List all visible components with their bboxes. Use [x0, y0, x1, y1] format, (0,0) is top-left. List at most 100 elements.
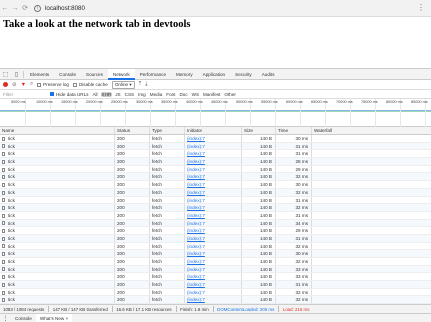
- initiator-link[interactable]: (index):7: [187, 167, 205, 172]
- table-row[interactable]: tick 200 fetch (index):7 140 B 33 ms: [0, 273, 431, 282]
- filter-type-img[interactable]: Img: [137, 92, 147, 97]
- table-row[interactable]: tick 200 fetch (index):7 140 B 31 ms: [0, 150, 431, 159]
- request-name-cell[interactable]: tick: [0, 258, 115, 265]
- back-icon[interactable]: ←: [0, 5, 10, 12]
- filter-type-other[interactable]: Other: [223, 92, 237, 97]
- reload-icon[interactable]: ⟳: [20, 4, 30, 12]
- initiator-link[interactable]: (index):7: [187, 151, 205, 156]
- filter-icon[interactable]: ▼: [21, 82, 26, 88]
- initiator-link[interactable]: (index):7: [187, 274, 205, 279]
- devtools-tab-security[interactable]: Security: [230, 69, 257, 80]
- initiator-link[interactable]: (index):7: [187, 259, 205, 264]
- request-name-cell[interactable]: tick: [0, 219, 115, 227]
- initiator-link[interactable]: (index):7: [187, 282, 205, 287]
- table-row[interactable]: tick 200 fetch (index):7 140 B 32 ms: [0, 173, 431, 182]
- table-row[interactable]: tick 200 fetch (index):7 140 B 34 ms: [0, 219, 431, 228]
- inspect-element-icon[interactable]: ⬚: [0, 69, 11, 80]
- table-row[interactable]: tick 200 fetch (index):7 140 B 31 ms: [0, 196, 431, 205]
- column-header-initiator[interactable]: Initiator: [185, 127, 242, 134]
- initiator-link[interactable]: (index):7: [187, 190, 205, 195]
- initiator-link[interactable]: (index):7: [187, 182, 205, 187]
- filter-type-manifest[interactable]: Manifest: [202, 92, 221, 97]
- drawer-menu-icon[interactable]: ⋮: [0, 313, 11, 322]
- table-row[interactable]: tick 200 fetch (index):7 140 B 31 ms: [0, 211, 431, 220]
- initiator-link[interactable]: (index):7: [187, 213, 205, 218]
- request-name-cell[interactable]: tick: [0, 150, 115, 158]
- column-header-time[interactable]: Time: [276, 127, 312, 134]
- table-row[interactable]: tick 200 fetch (index):7 140 B 30 ms: [0, 135, 431, 143]
- column-header-status[interactable]: Status: [115, 127, 150, 134]
- initiator-link[interactable]: (index):7: [187, 144, 205, 149]
- hide-data-urls-checkbox[interactable]: Hide data URLs: [50, 92, 88, 97]
- request-name-cell[interactable]: tick: [0, 181, 115, 188]
- request-name-cell[interactable]: tick: [0, 158, 115, 165]
- initiator-link[interactable]: (index):7: [187, 198, 205, 203]
- request-name-cell[interactable]: tick: [0, 196, 115, 204]
- table-row[interactable]: tick 200 fetch (index):7 140 B 30 ms: [0, 250, 431, 258]
- browser-menu-icon[interactable]: ⋮: [417, 3, 425, 12]
- filter-type-media[interactable]: Media: [149, 92, 164, 97]
- initiator-link[interactable]: (index):7: [187, 290, 205, 295]
- search-icon[interactable]: ⌕: [30, 81, 33, 88]
- filter-type-all[interactable]: All: [91, 92, 98, 97]
- export-icon[interactable]: ⤓: [145, 81, 147, 88]
- initiator-link[interactable]: (index):7: [187, 236, 205, 241]
- column-header-waterfall[interactable]: Waterfall: [312, 127, 431, 134]
- filter-type-xhr[interactable]: XHR: [100, 91, 113, 97]
- request-name-cell[interactable]: tick: [0, 250, 115, 257]
- address-bar-url[interactable]: localhost:8080: [45, 5, 85, 12]
- table-row[interactable]: tick 200 fetch (index):7 140 B 29 ms: [0, 165, 431, 174]
- request-name-cell[interactable]: tick: [0, 265, 115, 273]
- drawer-tab-console[interactable]: Console: [11, 314, 36, 322]
- table-row[interactable]: tick 200 fetch (index):7 140 B 31 ms: [0, 142, 431, 151]
- filter-type-css[interactable]: CSS: [124, 92, 135, 97]
- devtools-tab-sources[interactable]: Sources: [81, 69, 108, 80]
- column-header-type[interactable]: Type: [150, 127, 185, 134]
- devtools-tab-application[interactable]: Application: [198, 69, 230, 80]
- devtools-tab-memory[interactable]: Memory: [171, 69, 198, 80]
- request-name-cell[interactable]: tick: [0, 296, 115, 304]
- request-name-cell[interactable]: tick: [0, 173, 115, 181]
- request-name-cell[interactable]: tick: [0, 142, 115, 150]
- initiator-link[interactable]: (index):7: [187, 228, 205, 233]
- table-row[interactable]: tick 200 fetch (index):7 140 B 32 ms: [0, 296, 431, 304]
- site-info-icon[interactable]: i: [34, 4, 41, 12]
- table-row[interactable]: tick 200 fetch (index):7 140 B 30 ms: [0, 181, 431, 189]
- disable-cache-checkbox[interactable]: Disable cache: [72, 82, 108, 87]
- initiator-link[interactable]: (index):7: [187, 205, 205, 210]
- request-name-cell[interactable]: tick: [0, 188, 115, 196]
- initiator-link[interactable]: (index):7: [187, 267, 205, 272]
- table-row[interactable]: tick 200 fetch (index):7 140 B 32 ms: [0, 258, 431, 266]
- preserve-log-checkbox[interactable]: Preserve log: [37, 82, 69, 87]
- record-icon[interactable]: [3, 82, 8, 87]
- devtools-tab-console[interactable]: Console: [54, 69, 81, 80]
- table-row[interactable]: tick 200 fetch (index):7 140 B 32 ms: [0, 188, 431, 197]
- initiator-link[interactable]: (index):7: [187, 159, 205, 164]
- clear-icon[interactable]: ⊘: [12, 82, 17, 88]
- table-row[interactable]: tick 200 fetch (index):7 140 B 32 ms: [0, 242, 431, 251]
- request-name-cell[interactable]: tick: [0, 204, 115, 211]
- filter-type-font[interactable]: Font: [165, 92, 176, 97]
- column-header-name[interactable]: Name: [0, 127, 115, 134]
- devtools-tab-performance[interactable]: Performance: [135, 69, 171, 80]
- initiator-link[interactable]: (index):7: [187, 136, 205, 141]
- request-name-cell[interactable]: tick: [0, 288, 115, 296]
- initiator-link[interactable]: (index):7: [187, 174, 205, 179]
- devtools-tab-elements[interactable]: Elements: [25, 69, 54, 80]
- request-name-cell[interactable]: tick: [0, 165, 115, 173]
- table-row[interactable]: tick 200 fetch (index):7 140 B 29 ms: [0, 227, 431, 235]
- devtools-tab-network[interactable]: Network: [107, 68, 135, 80]
- initiator-link[interactable]: (index):7: [187, 251, 205, 256]
- import-icon[interactable]: ⤒: [139, 81, 141, 88]
- request-name-cell[interactable]: tick: [0, 242, 115, 250]
- request-name-cell[interactable]: tick: [0, 234, 115, 242]
- table-row[interactable]: tick 200 fetch (index):7 140 B 28 ms: [0, 158, 431, 166]
- request-name-cell[interactable]: tick: [0, 211, 115, 219]
- initiator-link[interactable]: (index):7: [187, 297, 205, 302]
- column-header-size[interactable]: Size: [242, 127, 276, 134]
- request-name-cell[interactable]: tick: [0, 273, 115, 281]
- initiator-link[interactable]: (index):7: [187, 244, 205, 249]
- throttle-select[interactable]: Online ▾: [111, 80, 135, 89]
- filter-type-doc[interactable]: Doc: [178, 92, 188, 97]
- device-toolbar-icon[interactable]: ▯: [11, 69, 22, 80]
